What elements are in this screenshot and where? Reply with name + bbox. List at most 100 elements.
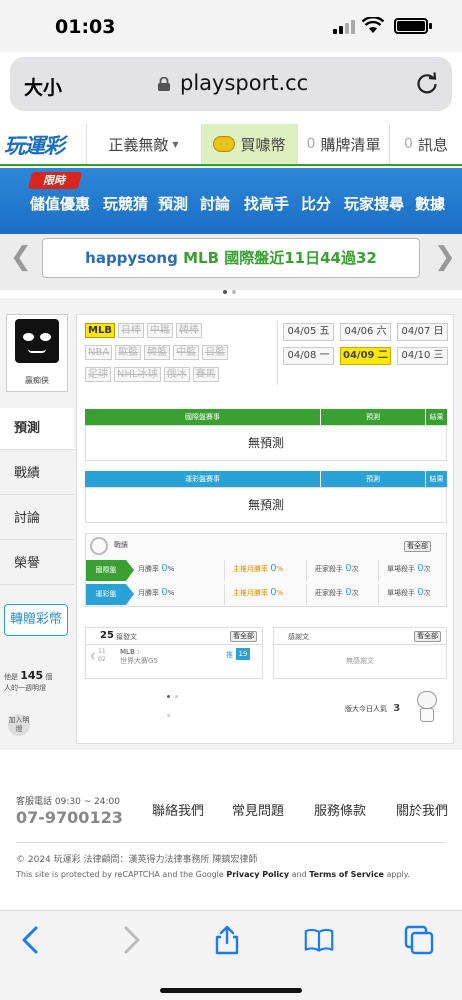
intl-empty-message: 無預測 <box>85 425 447 461</box>
intl-header-label: 國際盤賽事 <box>185 413 220 421</box>
post-item[interactable]: MLB : 世界大賽G5 <box>120 648 158 666</box>
tabs-icon[interactable] <box>404 925 434 955</box>
site-logo[interactable]: 玩運彩 <box>4 130 76 160</box>
divider <box>277 321 278 385</box>
thanks-view-all-button[interactable]: 看全部 <box>414 631 441 642</box>
post-date-day: 02 <box>98 656 106 663</box>
month-rate-label: 月勝率 <box>138 589 159 597</box>
lottery-empty-message: 無預測 <box>85 487 447 523</box>
menu-item-contest[interactable]: 玩競猜 <box>103 193 148 214</box>
apply-text: apply. <box>386 870 410 879</box>
league-china-basketball[interactable]: 中籃 <box>173 345 200 360</box>
buy-coin-button[interactable]: 買噱幣 <box>201 124 297 164</box>
target-icon <box>90 537 108 555</box>
link-terms[interactable]: 服務條款 <box>314 800 366 819</box>
privacy-link[interactable]: Privacy Policy <box>226 870 289 879</box>
record-view-all-button[interactable]: 看全部 <box>404 541 431 552</box>
follower-note-text: 人的一週明燈 <box>4 684 46 692</box>
league-soccer[interactable]: 足球 <box>85 367 111 382</box>
chevron-left-icon[interactable]: ❮ <box>10 242 32 272</box>
site-nav: 玩運彩 正義無敵 ▼ 買噱幣 0 購牌清單 0 訊息 <box>0 124 462 166</box>
single-killer-label: 單場殺手 <box>387 565 415 573</box>
main-rate-label: 主推月勝率 <box>233 565 268 573</box>
intl-header-result: 結果 <box>425 409 447 425</box>
avatar[interactable] <box>15 319 59 363</box>
league-euro-basketball[interactable]: 歐籃 <box>115 345 142 360</box>
signal-icon <box>333 20 355 34</box>
record-row-label: 國際盤 <box>86 560 126 581</box>
follower-suffix: 個 <box>45 673 53 681</box>
menu-item-data[interactable]: 數據 <box>415 193 445 214</box>
intl-table-header: 國際盤賽事 預測 結果 <box>85 409 447 425</box>
lottery-table-header: 運彩盤賽事 預測 結果 <box>85 471 447 487</box>
tab-record[interactable]: 戰績 <box>0 453 74 495</box>
posts-view-all-button[interactable]: 看全部 <box>230 631 257 642</box>
date-button[interactable]: 04/10 三 <box>397 347 448 365</box>
month-rate-label: 月勝率 <box>138 565 159 573</box>
post-tag: 推 <box>226 651 233 659</box>
post-nav-left-icon[interactable]: ❮ <box>90 652 96 660</box>
single-killer-label: 單場殺手 <box>387 589 415 597</box>
menu-item-player-search[interactable]: 玩家搜尋 <box>344 193 404 214</box>
text-size-button[interactable]: 大小 <box>24 73 62 100</box>
league-cpbl[interactable]: 中職 <box>146 323 173 338</box>
recaptcha-notice: This site is protected by reCAPTCHA and … <box>16 870 410 879</box>
tab-forum[interactable]: 討論 <box>0 498 74 540</box>
menu-item-forum[interactable]: 討論 <box>200 193 230 214</box>
league-npb[interactable]: 日棒 <box>117 323 144 338</box>
follower-prefix: 他是 <box>4 673 18 681</box>
league-khl[interactable]: 俄冰 <box>163 367 190 382</box>
back-icon[interactable] <box>16 925 46 955</box>
gift-coins-button[interactable]: 轉贈彩幣 <box>4 604 68 636</box>
date-button-selected[interactable]: 04/09 二 <box>340 347 391 365</box>
menu-item-scores[interactable]: 比分 <box>301 193 331 214</box>
caret-down-icon: ▼ <box>172 139 179 149</box>
link-about[interactable]: 關於我們 <box>396 800 448 819</box>
message-count: 0 <box>404 136 413 152</box>
message-link[interactable]: 0 訊息 <box>389 124 462 164</box>
add-follow-button[interactable]: 加入明燈 <box>8 714 30 736</box>
bookmarks-icon[interactable] <box>304 925 334 955</box>
link-contact[interactable]: 聯絡我們 <box>152 800 204 819</box>
league-korea-basketball[interactable]: 韓籃 <box>144 345 171 360</box>
times-unit: 次 <box>423 589 431 597</box>
league-kbo[interactable]: 韓棒 <box>175 323 202 338</box>
lottery-header-result: 結果 <box>425 471 447 487</box>
tab-predictions[interactable]: 預測 <box>0 408 74 450</box>
share-icon[interactable] <box>212 925 242 955</box>
terms-link[interactable]: Terms of Service <box>309 870 384 879</box>
menu-item-predict[interactable]: 預測 <box>158 193 188 214</box>
user-menu[interactable]: 正義無敵 ▼ <box>86 124 200 164</box>
date-button[interactable]: 04/07 日 <box>397 323 448 341</box>
banker-killer-label: 莊家殺手 <box>315 565 343 573</box>
times-unit: 次 <box>423 565 431 573</box>
ticker-message[interactable]: happysong MLB 國際盤近11日44過32 <box>42 238 420 278</box>
posts-count: 25 <box>100 630 114 641</box>
date-button[interactable]: 04/05 五 <box>283 323 334 341</box>
link-faq[interactable]: 常見問題 <box>232 800 284 819</box>
tab-honors[interactable]: 榮譽 <box>0 543 74 585</box>
lock-icon <box>158 77 170 91</box>
date-button[interactable]: 04/08 一 <box>283 347 334 365</box>
service-phone[interactable]: 07-9700123 <box>16 808 123 827</box>
date-button[interactable]: 04/06 六 <box>340 323 391 341</box>
league-nhl[interactable]: NHL冰球 <box>114 367 161 382</box>
league-nba[interactable]: NBA <box>85 345 113 360</box>
reload-icon[interactable] <box>414 70 440 96</box>
url-text[interactable]: playsport.cc <box>180 71 308 95</box>
chevron-right-icon[interactable]: ❯ <box>434 242 456 272</box>
league-horse[interactable]: 賽馬 <box>192 367 219 382</box>
menu-item-topup[interactable]: 儲值優惠 <box>30 193 90 214</box>
record-box: 戰績 看全部 國際盤 月勝率 0% 主推月勝率 0% 莊家殺手 0次 單場殺手 … <box>85 533 447 607</box>
league-japan-basketball[interactable]: 日籃 <box>202 345 229 360</box>
forward-icon[interactable] <box>116 925 146 955</box>
thanks-box: 感謝文 看全部 無感謝文 <box>273 627 447 679</box>
league-mlb[interactable]: MLB <box>85 323 115 338</box>
profile-username: 贏痴侠 <box>25 376 49 385</box>
league-row-3: 足球 NHL冰球 俄冰 賽馬 <box>85 367 219 382</box>
cart-link[interactable]: 0 購牌清單 <box>297 124 389 164</box>
address-bar[interactable]: 大小 playsport.cc <box>10 57 452 111</box>
menu-item-experts[interactable]: 找高手 <box>244 193 289 214</box>
thanks-empty: 無感謝文 <box>346 657 374 665</box>
record-row-intl: 國際盤 月勝率 0% 主推月勝率 0% 莊家殺手 0次 單場殺手 0次 <box>86 560 446 581</box>
